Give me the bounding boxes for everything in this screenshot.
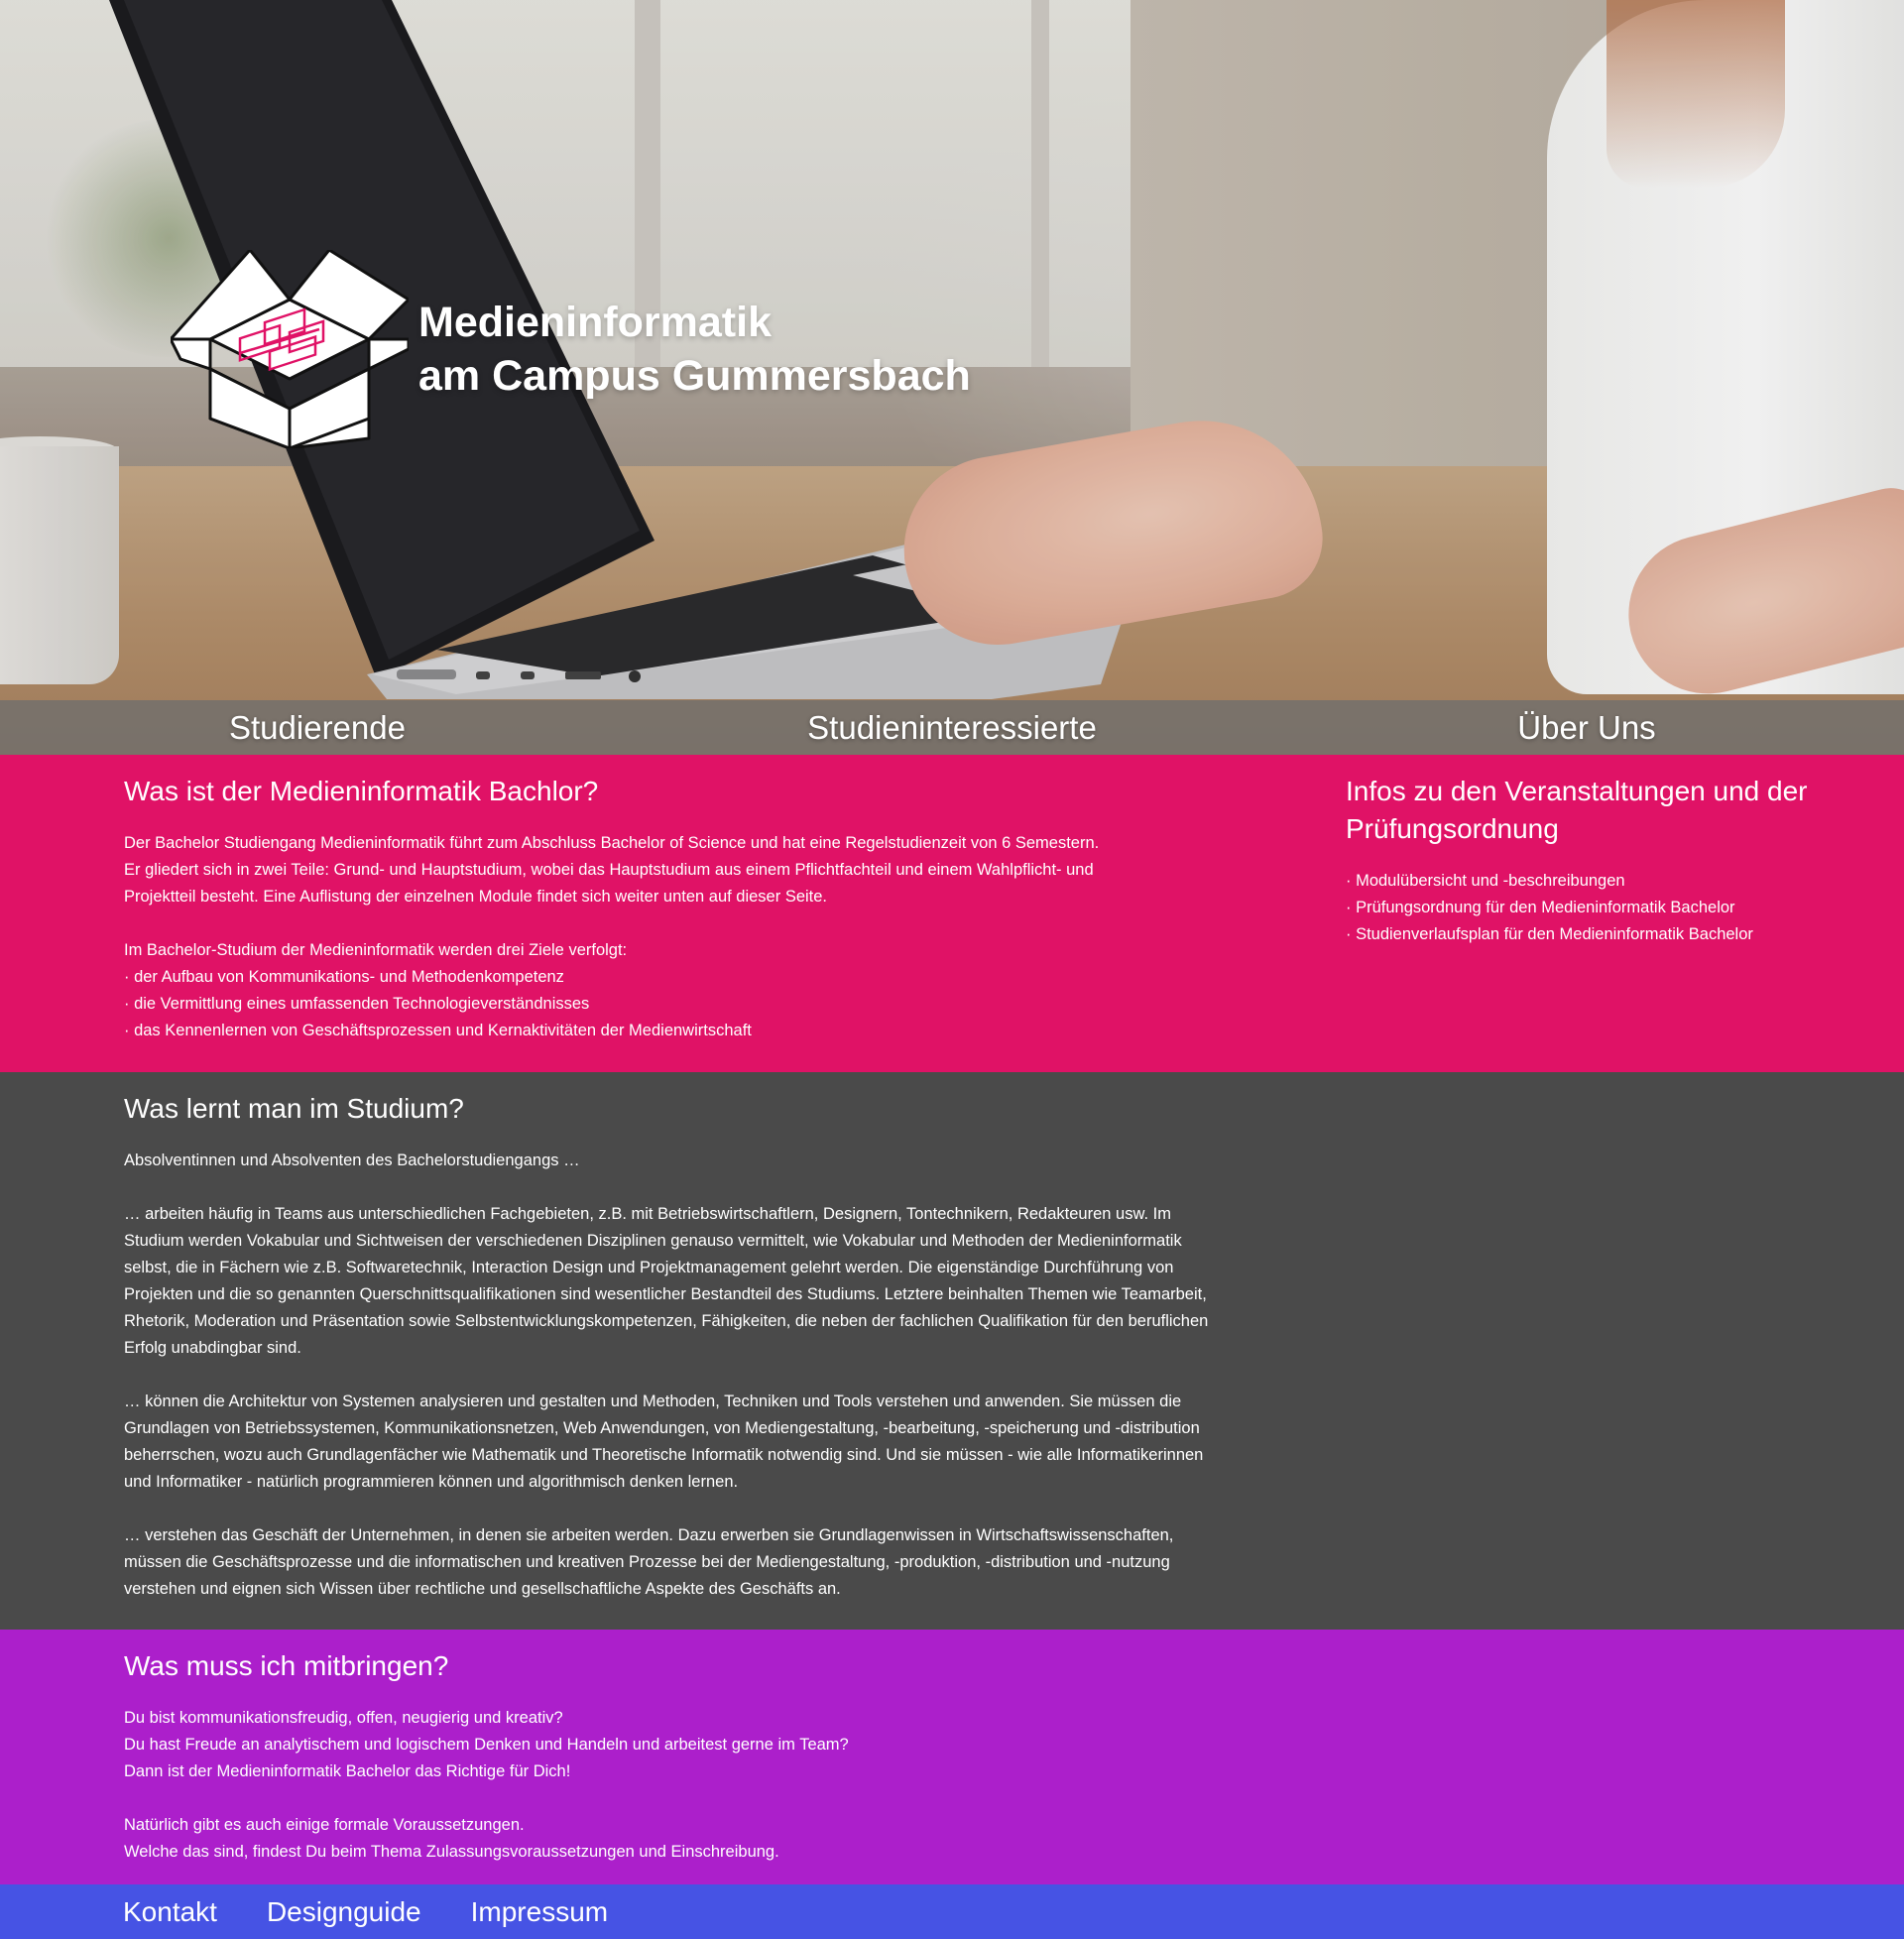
learn-para1-line: selbst, die in Fächern wie z.B. Software… <box>124 1259 1174 1276</box>
link-studienverlaufsplan[interactable]: · Studienverlaufsplan für den Medieninfo… <box>1346 921 1881 948</box>
learn-heading: Was lernt man im Studium? <box>124 1093 464 1124</box>
requirements-line: Du bist kommunikationsfreudig, offen, ne… <box>124 1709 563 1727</box>
bachelor-heading: Was ist der Medieninformatik Bachlor? <box>124 776 599 806</box>
brand-title-line2: am Campus Gummersbach <box>418 352 971 400</box>
learn-para3-line: verstehen und eignen sich Wissen über re… <box>124 1580 841 1598</box>
learn-para1-line: Studium werden Vokabular und Sichtweisen… <box>124 1232 1182 1250</box>
learn-section: Was lernt man im Studium? Absolventinnen… <box>0 1072 1904 1630</box>
goals-intro: Im Bachelor-Studium der Medieninformatik… <box>124 941 628 959</box>
brand-title-line1: Medieninformatik <box>418 299 772 346</box>
list-item: · der Aufbau von Kommunikations- und Met… <box>124 968 564 986</box>
learn-para1-line: Rhetorik, Moderation und Präsentation so… <box>124 1312 1209 1330</box>
learn-para2-line: und Informatiker - natürlich programmier… <box>124 1473 739 1491</box>
bachelor-content: Was ist der Medieninformatik Bachlor? De… <box>124 773 1314 1044</box>
learn-intro: Absolventinnen und Absolventen des Bache… <box>124 1151 580 1169</box>
learn-para2-line: Grundlagen von Betriebssystemen, Kommuni… <box>124 1419 1200 1437</box>
learn-para2-line: beherrschen, wozu auch Grundlagenfächer … <box>124 1446 1204 1464</box>
requirements-line: Welche das sind, findest Du beim Thema Z… <box>124 1843 779 1861</box>
goals-list: · der Aufbau von Kommunikations- und Met… <box>124 964 1314 1044</box>
infos-sidebar: Infos zu den Veranstaltungen und der Prü… <box>1346 773 1881 948</box>
bachelor-intro-line: Er gliedert sich in zwei Teile: Grund- u… <box>124 861 1094 879</box>
bachelor-intro-line: Projektteil besteht. Eine Auflistung der… <box>124 888 828 906</box>
nav-item-ueber-uns[interactable]: Über Uns <box>1269 700 1904 755</box>
requirements-line: Natürlich gibt es auch einige formale Vo… <box>124 1816 525 1834</box>
link-modulübersicht[interactable]: · Modulübersicht und -beschreibungen <box>1346 868 1881 895</box>
bachelor-section: Was ist der Medieninformatik Bachlor? De… <box>0 755 1904 1072</box>
main-navigation: Studierende Studieninteressierte Über Un… <box>0 700 1904 755</box>
footer-link-impressum[interactable]: Impressum <box>471 1896 608 1928</box>
footer: Kontakt Designguide Impressum <box>0 1884 1904 1939</box>
infos-heading: Infos zu den Veranstaltungen und der Prü… <box>1346 776 1808 844</box>
requirements-line: Du hast Freude an analytischem und logis… <box>124 1736 849 1754</box>
link-pruefungsordnung[interactable]: · Prüfungsordnung für den Medieninformat… <box>1346 895 1881 921</box>
bachelor-intro-line: Der Bachelor Studiengang Medieninformati… <box>124 834 1100 852</box>
infos-links: · Modulübersicht und -beschreibungen · P… <box>1346 868 1881 948</box>
list-item: · das Kennenlernen von Geschäftsprozesse… <box>124 1022 752 1039</box>
learn-para1-line: Projekten und die so genannten Querschni… <box>124 1285 1207 1303</box>
nav-item-studieninteressierte[interactable]: Studieninteressierte <box>635 700 1269 755</box>
open-box-logo-icon <box>171 250 409 448</box>
requirements-line: Dann ist der Medieninformatik Bachelor d… <box>124 1762 571 1780</box>
learn-para1-line: … arbeiten häufig in Teams aus unterschi… <box>124 1205 1171 1223</box>
learn-para2-line: … können die Architektur von Systemen an… <box>124 1393 1182 1410</box>
requirements-section: Was muss ich mitbringen? Du bist kommuni… <box>0 1630 1904 1884</box>
requirements-content: Was muss ich mitbringen? Du bist kommuni… <box>124 1647 1314 1866</box>
learn-para3-line: … verstehen das Geschäft der Unternehmen… <box>124 1526 1174 1544</box>
hero-banner: Medieninformatik am Campus Gummersbach S… <box>0 0 1904 755</box>
requirements-heading: Was muss ich mitbringen? <box>124 1650 449 1681</box>
footer-link-designguide[interactable]: Designguide <box>267 1896 421 1928</box>
nav-item-studierende[interactable]: Studierende <box>0 700 635 755</box>
footer-link-kontakt[interactable]: Kontakt <box>123 1896 217 1928</box>
brand-title: Medieninformatik am Campus Gummersbach <box>418 296 971 403</box>
list-item: · die Vermittlung eines umfassenden Tech… <box>124 995 590 1013</box>
learn-para1-line: Erfolg unabdingbar sind. <box>124 1339 301 1357</box>
learn-para3-line: müssen die Geschäftsprozesse und die inf… <box>124 1553 1170 1571</box>
learn-content: Was lernt man im Studium? Absolventinnen… <box>124 1090 1314 1603</box>
brand[interactable]: Medieninformatik am Campus Gummersbach <box>171 250 971 448</box>
